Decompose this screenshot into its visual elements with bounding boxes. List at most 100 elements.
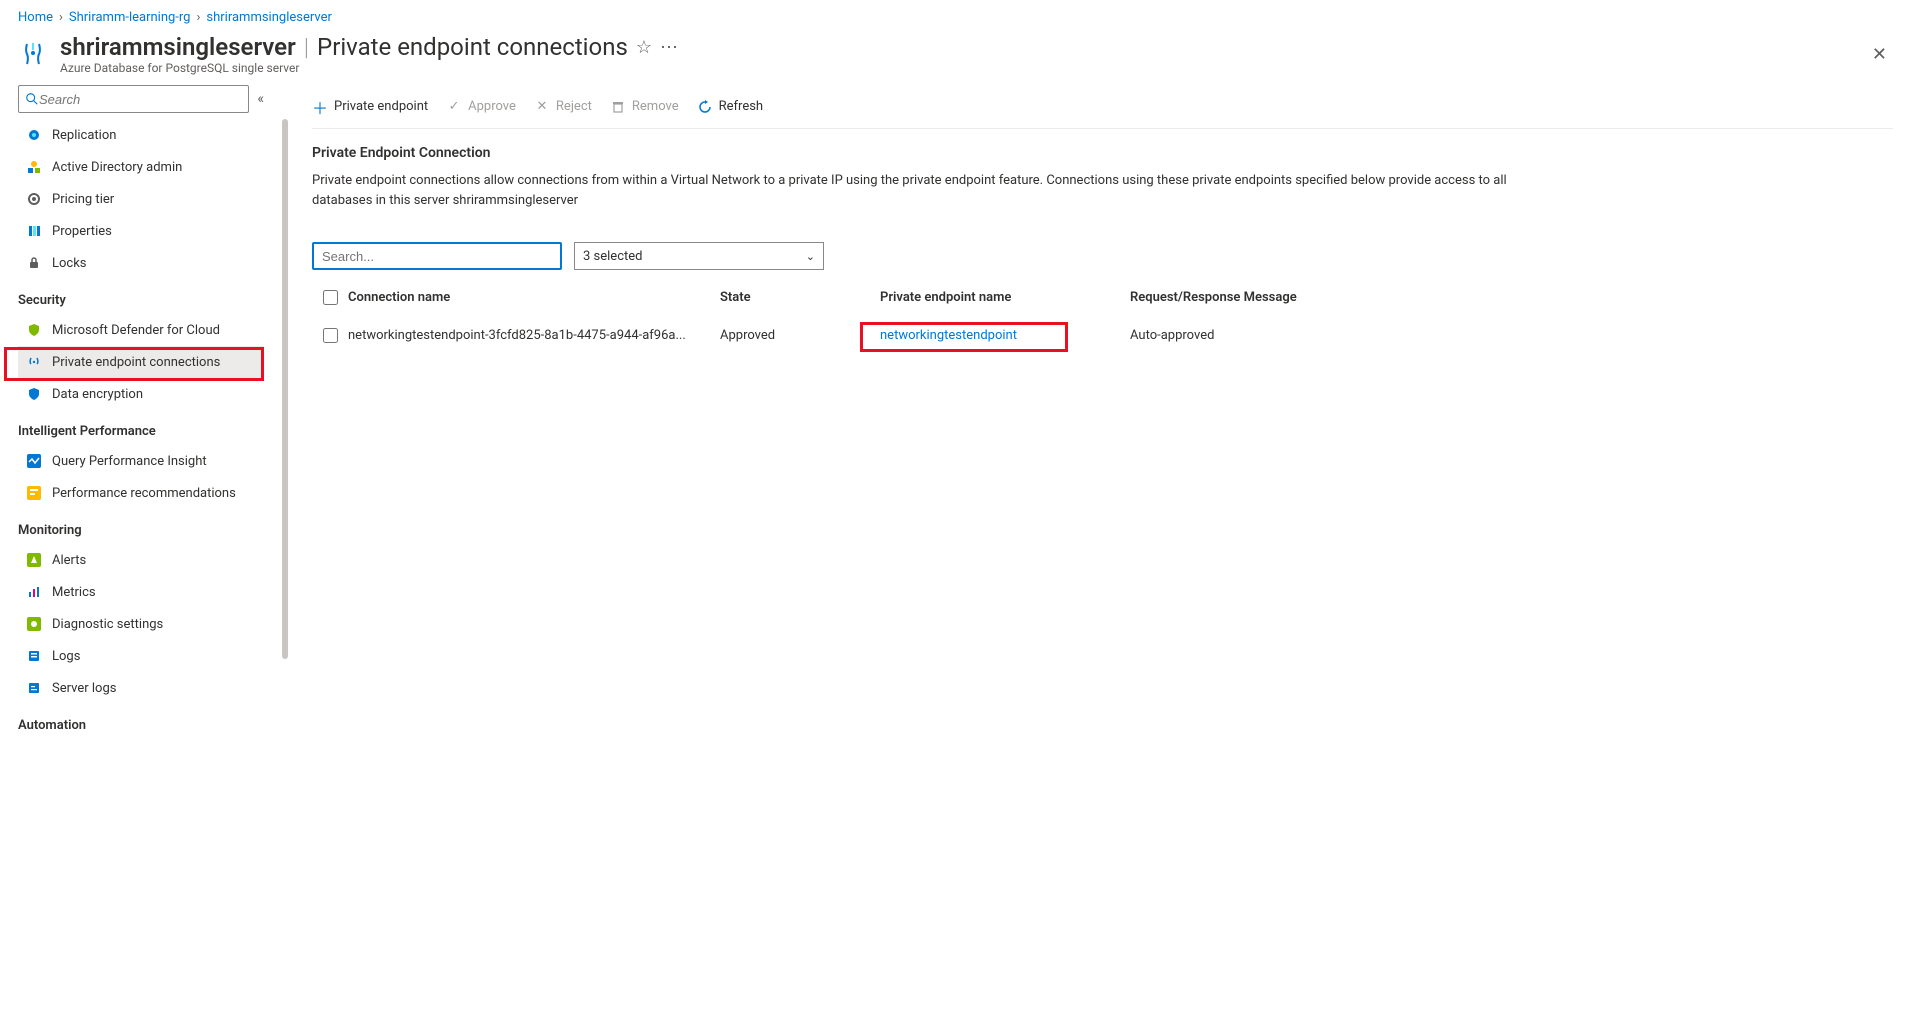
sidebar-item-label: Query Performance Insight [52, 454, 207, 469]
scrollbar[interactable] [282, 119, 288, 659]
pin-icon[interactable]: ☆ [636, 37, 652, 58]
x-icon: ✕ [534, 99, 550, 115]
metrics-icon [26, 584, 42, 600]
refresh-icon [697, 99, 713, 115]
table-search[interactable] [312, 242, 562, 270]
check-icon: ✓ [446, 99, 462, 115]
sidebar-item-performance-recommendations[interactable]: Performance recommendations [18, 477, 264, 509]
row-checkbox[interactable] [323, 328, 338, 343]
sidebar-item-diagnostic-settings[interactable]: Diagnostic settings [18, 608, 264, 640]
sidebar-item-data-encryption[interactable]: Data encryption [18, 378, 264, 410]
sidebar-item-label: Data encryption [52, 387, 143, 402]
trash-icon [610, 99, 626, 115]
state-filter-dropdown[interactable]: 3 selected ⌄ [574, 242, 824, 270]
sidebar-item-label: Performance recommendations [52, 486, 236, 501]
private-endpoint-icon [26, 354, 42, 370]
sidebar-item-label: Active Directory admin [52, 160, 182, 175]
chevron-down-icon: ⌄ [806, 250, 815, 263]
col-private-endpoint-name[interactable]: Private endpoint name [880, 290, 1130, 305]
sidebar-item-label: Pricing tier [52, 192, 114, 207]
lock-icon [26, 255, 42, 271]
table-header-row: Connection name State Private endpoint n… [312, 278, 1893, 316]
sidebar-item-private-endpoint-connections[interactable]: Private endpoint connections [18, 346, 264, 378]
encryption-shield-icon [26, 386, 42, 402]
search-icon [25, 92, 39, 106]
approve-button: ✓ Approve [446, 99, 516, 115]
collapse-sidebar-icon[interactable]: « [257, 91, 264, 107]
resource-title: shrirammsingleserver [60, 33, 296, 61]
breadcrumb: Home › Shriramm-learning-rg › shrirammsi… [0, 0, 1917, 31]
button-label: Reject [556, 99, 592, 114]
aad-icon [26, 159, 42, 175]
chart-pulse-icon [26, 453, 42, 469]
select-all-checkbox[interactable] [323, 290, 338, 305]
breadcrumb-rg[interactable]: Shriramm-learning-rg [69, 10, 191, 25]
sidebar-item-label: Metrics [52, 585, 96, 600]
add-private-endpoint-button[interactable]: ＋ Private endpoint [312, 99, 428, 115]
content-area: ＋ Private endpoint ✓ Approve ✕ Reject Re… [264, 85, 1917, 354]
sidebar-item-properties[interactable]: Properties [18, 215, 264, 247]
recommendations-icon [26, 485, 42, 501]
breadcrumb-home[interactable]: Home [18, 10, 53, 25]
sidebar-group-security: Security [18, 279, 264, 314]
sidebar-item-defender[interactable]: Microsoft Defender for Cloud [18, 314, 264, 346]
sidebar-search[interactable] [18, 85, 249, 113]
col-message[interactable]: Request/Response Message [1130, 290, 1893, 305]
page-header: shrirammsingleserver | Private endpoint … [0, 31, 1917, 77]
diagnostic-icon [26, 616, 42, 632]
shield-icon [26, 322, 42, 338]
sidebar-item-label: Microsoft Defender for Cloud [52, 323, 220, 338]
col-state[interactable]: State [720, 290, 880, 305]
button-label: Remove [632, 99, 679, 114]
close-icon[interactable]: ✕ [1872, 44, 1899, 65]
cell-state: Approved [720, 328, 880, 343]
sidebar-items: ▲ Replication Active Directory admin Pri… [18, 119, 264, 739]
table-row[interactable]: networkingtestendpoint-3fcfd825-8a1b-447… [312, 316, 1893, 354]
resource-type-label: Azure Database for PostgreSQL single ser… [60, 61, 680, 75]
sidebar-item-pricing[interactable]: Pricing tier [18, 183, 264, 215]
table-search-input[interactable] [322, 249, 552, 264]
sidebar-item-logs[interactable]: Logs [18, 640, 264, 672]
sidebar-item-label: Private endpoint connections [52, 355, 220, 370]
sidebar-group-monitoring: Monitoring [18, 509, 264, 544]
blade-title: Private endpoint connections [317, 33, 628, 61]
private-endpoint-link[interactable]: networkingtestendpoint [880, 328, 1017, 343]
sidebar-item-aad[interactable]: Active Directory admin [18, 151, 264, 183]
filter-row: 3 selected ⌄ [312, 242, 1893, 270]
sidebar-item-query-performance[interactable]: Query Performance Insight [18, 445, 264, 477]
gear-icon [26, 191, 42, 207]
dropdown-label: 3 selected [583, 249, 642, 264]
plus-icon: ＋ [312, 99, 328, 115]
command-bar: ＋ Private endpoint ✓ Approve ✕ Reject Re… [312, 85, 1893, 129]
sidebar-group-automation: Automation [18, 704, 264, 739]
sidebar-item-replication[interactable]: Replication [18, 119, 264, 151]
sidebar-search-input[interactable] [39, 92, 242, 107]
sidebar-item-label: Alerts [52, 553, 86, 568]
sidebar-item-alerts[interactable]: Alerts [18, 544, 264, 576]
reject-button: ✕ Reject [534, 99, 592, 115]
properties-icon [26, 223, 42, 239]
sidebar-item-label: Locks [52, 256, 87, 271]
section-description: Private endpoint connections allow conne… [312, 171, 1512, 210]
sidebar-item-label: Properties [52, 224, 112, 239]
cell-connection-name: networkingtestendpoint-3fcfd825-8a1b-447… [348, 328, 720, 343]
button-label: Approve [468, 99, 516, 114]
sidebar-item-locks[interactable]: Locks [18, 247, 264, 279]
col-connection-name[interactable]: Connection name [348, 290, 720, 305]
server-logs-icon [26, 680, 42, 696]
cell-private-endpoint-name: networkingtestendpoint [880, 328, 1130, 343]
sidebar-item-label: Replication [52, 128, 116, 143]
remove-button: Remove [610, 99, 679, 115]
sidebar-group-intelligent-performance: Intelligent Performance [18, 410, 264, 445]
section-title: Private Endpoint Connection [312, 129, 1893, 171]
chevron-right-icon: › [59, 10, 63, 25]
sidebar-item-server-logs[interactable]: Server logs [18, 672, 264, 704]
chevron-right-icon: › [196, 10, 200, 25]
sidebar-item-label: Diagnostic settings [52, 617, 163, 632]
breadcrumb-resource[interactable]: shrirammsingleserver [206, 10, 332, 25]
more-menu-icon[interactable]: ⋯ [660, 37, 680, 58]
button-label: Refresh [719, 99, 763, 114]
button-label: Private endpoint [334, 99, 428, 114]
refresh-button[interactable]: Refresh [697, 99, 763, 115]
sidebar-item-metrics[interactable]: Metrics [18, 576, 264, 608]
